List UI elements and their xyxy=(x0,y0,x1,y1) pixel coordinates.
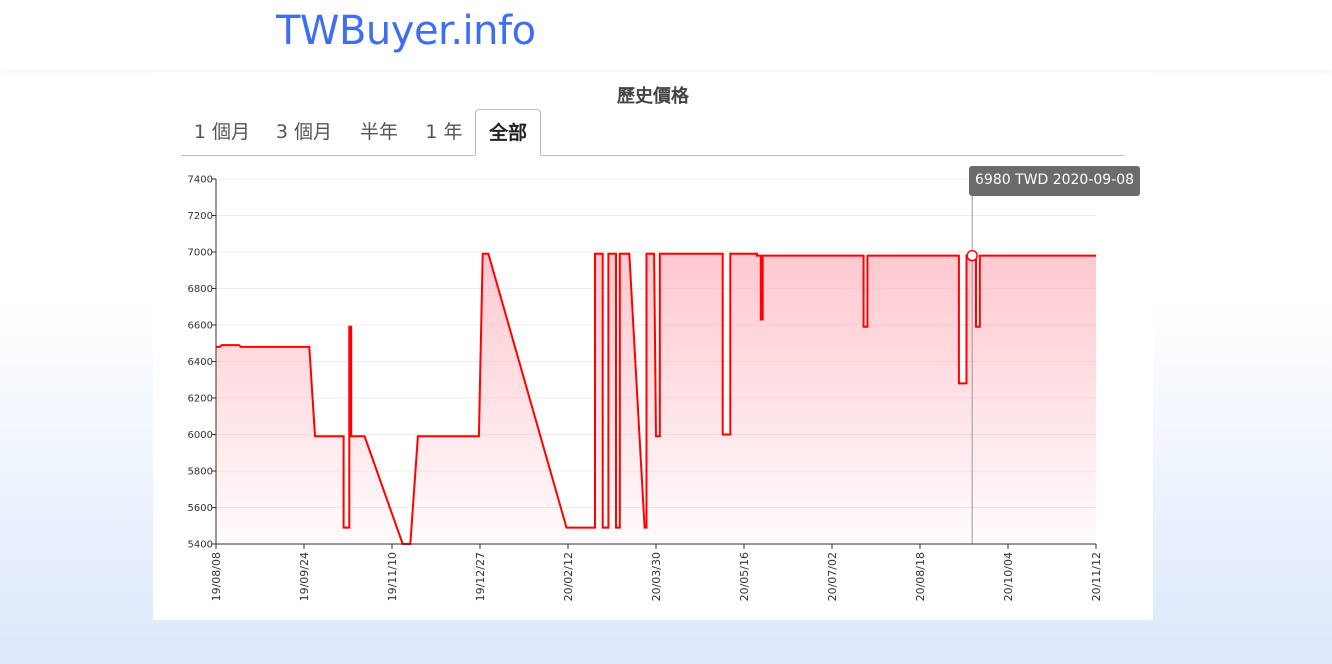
y-tick-label: 6000 xyxy=(188,430,213,441)
highlight-point[interactable] xyxy=(966,249,978,262)
y-tick-label: 5400 xyxy=(188,540,213,551)
y-tick-label: 6200 xyxy=(188,394,213,405)
x-tick-label: 20/11/12 xyxy=(1090,552,1103,601)
y-tick-label: 5600 xyxy=(188,503,213,514)
y-tick-label: 6400 xyxy=(188,357,213,368)
x-tick-label: 20/03/30 xyxy=(650,552,663,601)
x-tick-label: 19/12/27 xyxy=(474,552,487,601)
x-tick-label: 19/11/10 xyxy=(386,552,399,601)
y-tick-label: 5800 xyxy=(188,467,213,478)
y-tick-label: 7200 xyxy=(188,211,213,222)
x-tick-label: 19/08/08 xyxy=(210,552,223,601)
y-tick-label: 6600 xyxy=(188,321,213,332)
x-tick-label: 20/08/18 xyxy=(914,552,927,601)
x-tick-label: 20/07/02 xyxy=(826,552,839,601)
price-tooltip: 6980 TWD 2020-09-08 xyxy=(969,166,1141,196)
x-tick-label: 20/02/12 xyxy=(562,552,575,601)
y-tick-label: 6800 xyxy=(188,284,213,295)
price-chart: 5400 5600 5800 6000 6200 6400 6600 6800 7000 7200… xyxy=(188,175,1103,602)
y-tick-label: 7000 xyxy=(188,248,213,259)
x-tick-label: 19/09/24 xyxy=(298,552,311,601)
x-tick-label: 20/05/16 xyxy=(738,552,751,601)
y-tick-label: 7400 xyxy=(188,175,213,186)
x-tick-label: 20/10/04 xyxy=(1002,552,1015,601)
